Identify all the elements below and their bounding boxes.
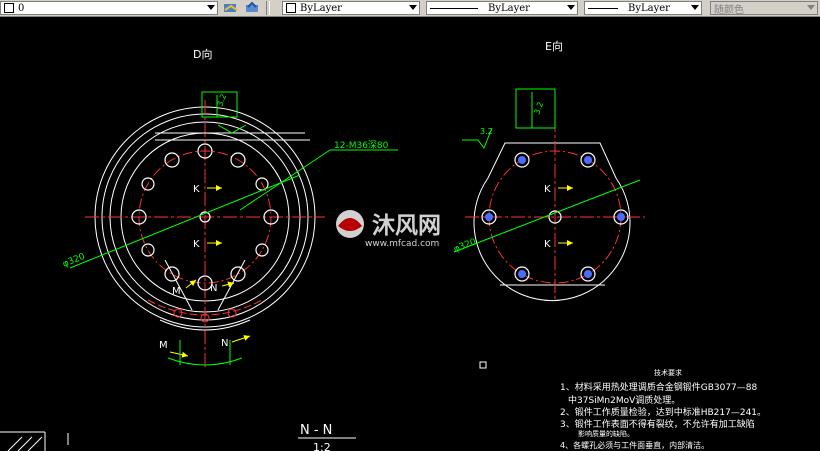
notes-line-5: 影响质量的缺陷。 (578, 430, 634, 438)
toolbar-separator (266, 1, 270, 15)
k-label-lower-e: K (544, 239, 551, 250)
chevron-down-icon (807, 5, 815, 10)
callout-leader (239, 149, 331, 211)
chevron-down-icon (567, 5, 575, 10)
notes-heading: 技术要求 (654, 369, 682, 377)
section-title: N - N (300, 423, 332, 438)
chevron-down-icon (409, 5, 417, 10)
view-d: 3.2 12-M36深80 φ320 K K M N M N D向 (61, 47, 398, 370)
bolt-callout-text: 12-M36深80 (334, 140, 389, 151)
diameter-label-right: φ320 (452, 237, 477, 255)
lineweight-preview (588, 7, 618, 9)
color-value: ByLayer (300, 2, 342, 14)
linetype-preview (430, 7, 478, 9)
roughness-value-left: 3.2 (215, 93, 228, 108)
chevron-down-icon (691, 5, 699, 10)
plotstyle-dropdown[interactable]: 随颜色 (710, 1, 818, 16)
linetype-dropdown[interactable]: ByLayer (426, 1, 578, 15)
view-d-title: D向 (193, 47, 212, 61)
m-label-upper: M (172, 286, 181, 297)
k-label-lower: K (193, 239, 200, 250)
view-e: 3.2 3.2 φ320 K K E向 (452, 39, 645, 302)
section-scale: 1:2 (313, 441, 331, 451)
watermark-brand: 沐风网 (372, 213, 441, 239)
lineweight-dropdown[interactable]: ByLayer (584, 1, 702, 15)
view-e-title: E向 (545, 39, 563, 53)
notes-line-1: 1、材料采用热处理调质合金钢锻件GB3077—88 (560, 383, 758, 393)
k-label-upper: K (193, 184, 200, 195)
hatch-fragment (0, 431, 69, 451)
n-label-upper: N (210, 283, 217, 294)
cursor-pickbox (479, 361, 487, 369)
chevron-down-icon (207, 5, 215, 10)
notes-line-6: 4、各螺孔必须与工件面垂直，内部清洁。 (560, 441, 710, 450)
layer-value: 0 (18, 2, 25, 14)
k-label-upper-e: K (544, 184, 551, 195)
diameter-label-left: φ320 (61, 252, 86, 270)
linetype-value: ByLayer (488, 2, 530, 14)
plotstyle-value: 随颜色 (714, 4, 744, 16)
color-dropdown[interactable]: ByLayer (282, 1, 420, 15)
layer-color-swatch (4, 3, 14, 13)
watermark-url: www.mfcad.com (365, 239, 439, 249)
roughness-value-right-top: 3.2 (532, 101, 545, 116)
color-swatch (286, 3, 296, 13)
layer-dropdown[interactable]: 0 (0, 1, 218, 15)
watermark: 沐风网 www.mfcad.com (336, 210, 441, 249)
properties-toolbar: 0 ByLayer ByLayer ByLayer 随颜色 (0, 0, 820, 17)
make-layer-current-icon[interactable] (222, 1, 240, 15)
layer-previous-icon[interactable] (244, 1, 262, 15)
n-label-lower: N (221, 338, 228, 349)
m-label-lower: M (159, 340, 168, 351)
lineweight-value: ByLayer (628, 2, 670, 14)
